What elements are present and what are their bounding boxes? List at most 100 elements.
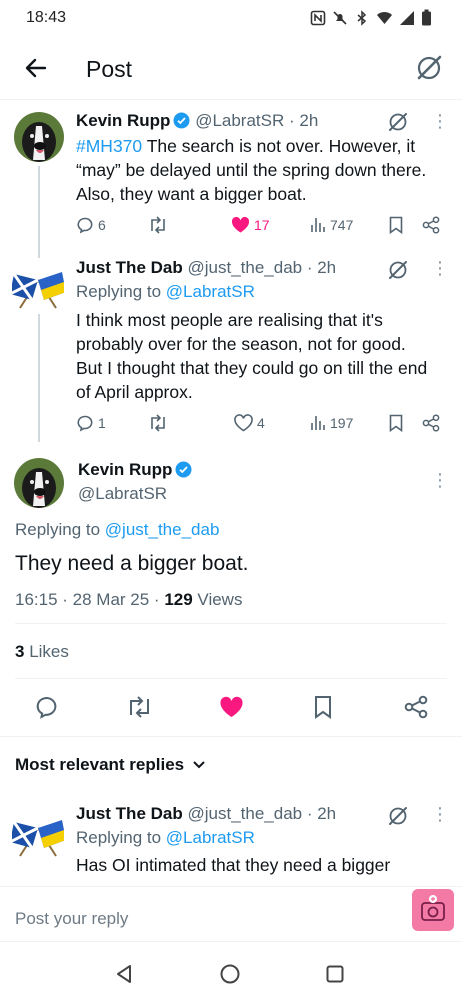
tweet-header: Just The Dab @just_the_dab · 2h	[76, 804, 336, 824]
reply-icon	[77, 217, 93, 234]
status-time: 18:43	[26, 9, 67, 26]
hashtag-link[interactable]: #MH370	[76, 136, 142, 156]
wifi-icon	[377, 11, 392, 24]
repost-icon	[130, 696, 149, 718]
repost-button[interactable]	[148, 414, 168, 432]
reply-button[interactable]	[35, 695, 59, 719]
verified-badge-icon	[173, 112, 190, 129]
grok-icon	[389, 113, 407, 131]
share-button[interactable]	[422, 216, 440, 234]
post-meta: 16:15 · 28 Mar 25 · 129 Views	[15, 590, 242, 610]
replying-to-link[interactable]: @LabratSR	[166, 828, 255, 847]
replies-sort[interactable]: Most relevant replies	[15, 755, 206, 775]
like-count: 17	[254, 217, 270, 233]
repost-button[interactable]	[126, 695, 154, 719]
author-block[interactable]: Kevin Rupp @LabratSR	[78, 460, 192, 504]
reply-button[interactable]: 1	[76, 414, 106, 432]
avatar[interactable]	[14, 458, 64, 508]
bookmark-button[interactable]	[313, 695, 333, 719]
bookmark-icon	[389, 414, 403, 432]
tweet-actions: 6 17 747	[76, 216, 446, 236]
replying-to-link[interactable]: @just_the_dab	[105, 520, 220, 539]
divider	[15, 678, 447, 679]
views-button[interactable]: 197	[310, 414, 353, 432]
like-button[interactable]: 4	[234, 414, 265, 432]
chevron-down-icon	[193, 761, 205, 769]
like-count: 4	[257, 415, 265, 431]
bookmark-button[interactable]	[388, 414, 404, 432]
verified-badge-icon	[175, 461, 192, 478]
heart-icon	[234, 414, 253, 432]
repost-icon	[151, 216, 165, 234]
tweet-1[interactable]: Kevin Rupp @LabratSR · 2h ⋮ #MH370 The s…	[0, 100, 462, 254]
grok-button[interactable]	[414, 53, 444, 83]
view-count: 197	[330, 415, 354, 431]
replying-to-link[interactable]: @LabratSR	[166, 282, 255, 301]
author-name[interactable]: Kevin Rupp	[78, 460, 172, 479]
heart-filled-icon	[231, 216, 250, 233]
camera-plus-icon	[421, 895, 445, 921]
tweet-header: Just The Dab @just_the_dab · 2h	[76, 258, 336, 278]
avatar[interactable]	[12, 808, 64, 858]
tweet-text: Has OI intimated that they need a bigger	[76, 855, 391, 875]
grok-button[interactable]	[386, 110, 410, 134]
thread-line	[38, 166, 40, 254]
divider	[0, 736, 462, 737]
reply-count: 1	[98, 415, 106, 431]
author-handle: @just_the_dab	[187, 804, 303, 823]
status-icons	[310, 9, 432, 26]
system-nav-bar	[0, 944, 462, 1000]
more-options-icon[interactable]: ⋮	[431, 259, 449, 277]
scotland-ukraine-flags-icon	[12, 820, 64, 857]
mute-icon	[333, 10, 347, 25]
post-time: · 2h	[306, 804, 337, 823]
square-recents-icon	[326, 965, 344, 983]
repost-button[interactable]	[148, 216, 168, 234]
views-button[interactable]: 747	[310, 216, 353, 234]
replying-to: Replying to @LabratSR	[76, 828, 255, 847]
avatar[interactable]	[14, 112, 64, 162]
avatar[interactable]	[12, 260, 64, 310]
grok-button[interactable]	[386, 804, 410, 828]
reply-tweet[interactable]: Just The Dab @just_the_dab · 2h ⋮ Replyi…	[0, 794, 462, 886]
reply-count: 6	[98, 217, 106, 233]
bookmark-button[interactable]	[388, 216, 404, 234]
grok-button[interactable]	[386, 258, 410, 282]
share-button[interactable]	[422, 414, 440, 432]
post-timestamp: 16:15 · 28 Mar 25 ·	[15, 590, 160, 609]
likes-summary[interactable]: 3 Likes	[15, 642, 69, 662]
back-button[interactable]	[22, 54, 50, 82]
header: Post	[0, 40, 462, 100]
reply-button[interactable]: 6	[76, 216, 106, 234]
author-name[interactable]: Just The Dab	[76, 804, 183, 823]
dog-avatar-icon	[14, 458, 64, 508]
triangle-back-icon	[117, 965, 131, 983]
arrow-left-icon	[25, 58, 47, 78]
nav-recents-button[interactable]	[325, 964, 345, 984]
add-media-button[interactable]	[412, 889, 454, 931]
share-icon	[404, 695, 428, 719]
divider	[15, 623, 447, 624]
more-options-icon[interactable]: ⋮	[431, 471, 449, 489]
replies-sort-label: Most relevant replies	[15, 755, 185, 774]
scotland-ukraine-flags-icon	[12, 272, 64, 309]
replying-to: Replying to @LabratSR	[76, 282, 255, 301]
share-button[interactable]	[404, 695, 428, 719]
author-handle: @just_the_dab	[187, 258, 303, 277]
reply-input[interactable]: Post your reply	[15, 909, 128, 929]
bookmark-icon	[389, 216, 403, 234]
nav-back-button[interactable]	[114, 964, 134, 984]
tweet-2[interactable]: Just The Dab @just_the_dab · 2h ⋮ Replyi…	[0, 252, 462, 442]
status-bar: 18:43	[0, 0, 462, 36]
bluetooth-icon	[357, 9, 367, 26]
nav-home-button[interactable]	[219, 963, 241, 985]
more-options-icon[interactable]: ⋮	[431, 805, 449, 823]
signal-icon	[400, 10, 414, 25]
like-button[interactable]: 17	[231, 216, 270, 234]
author-name[interactable]: Kevin Rupp	[76, 111, 170, 130]
more-options-icon[interactable]: ⋮	[431, 112, 449, 130]
author-name[interactable]: Just The Dab	[76, 258, 183, 277]
main-post: Kevin Rupp @LabratSR ⋮ Replying to @just…	[0, 442, 462, 742]
main-actions	[0, 692, 462, 722]
like-button[interactable]	[219, 695, 244, 719]
